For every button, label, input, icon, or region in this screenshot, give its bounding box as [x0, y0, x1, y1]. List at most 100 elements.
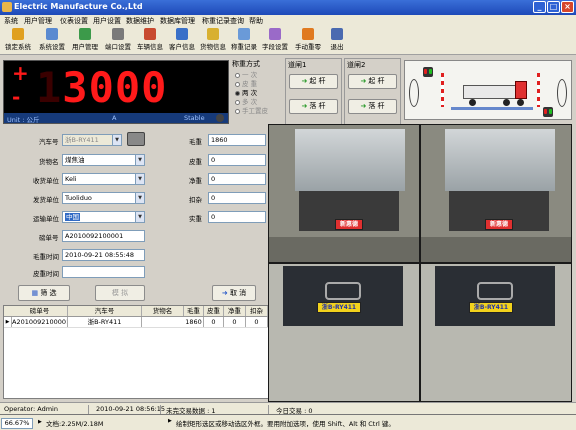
zoom-field[interactable]: 66.67%: [1, 418, 33, 429]
sensor-right-icon: [557, 79, 567, 107]
customer-info-button[interactable]: 客户信息: [166, 28, 198, 54]
net-field[interactable]: 0: [208, 173, 266, 185]
weight-digits: 13000: [36, 63, 168, 112]
manual-zero-button[interactable]: 手动重零: [292, 28, 324, 54]
unit-label: Unit : 公斤: [7, 116, 40, 124]
arrow-right-icon: ➜: [360, 77, 367, 85]
gate1-lower-button[interactable]: ➜ 落 杆: [289, 99, 338, 114]
toolbar: 锁定系统 系统设置 用户管理 端口设置 车辆信息 客户信息 货物信息 称重记录 …: [0, 27, 576, 55]
plate-field[interactable]: 浙B-RY411 ▼: [62, 134, 122, 146]
cargo-field[interactable]: 煤焦油 ▼: [62, 154, 145, 166]
plate-tag: 新惠德: [335, 219, 363, 230]
menu-weighing-records[interactable]: 称重记录查询: [202, 16, 244, 26]
keyboard-icon[interactable]: [127, 132, 145, 146]
lock-system-button[interactable]: 锁定系统: [2, 28, 34, 54]
net-label: 净重: [189, 177, 202, 185]
menu-user-management[interactable]: 用户管理: [24, 16, 52, 26]
actual-field[interactable]: 0: [208, 211, 266, 223]
col-gross[interactable]: 毛重: [184, 306, 204, 316]
goods-info-button[interactable]: 货物信息: [197, 28, 229, 54]
wheel-icon: [469, 99, 476, 106]
plate-tag: 浙B-RY411: [317, 302, 361, 313]
weight-display: + - 13000 Unit : 公斤 A Stable: [3, 60, 229, 124]
row-pointer-icon: ▶: [4, 317, 12, 327]
col-bill[interactable]: 磅单号: [12, 306, 68, 316]
field-settings-button[interactable]: 字段设置: [259, 28, 291, 54]
receiver-field[interactable]: Keli ▼: [62, 173, 145, 185]
gate2-title: 道闸2: [347, 61, 366, 69]
simulate-button[interactable]: 模 拟: [95, 285, 145, 301]
operator-status: Operator: Admin: [4, 405, 58, 413]
camera-front-1[interactable]: 浙B-RY411: [269, 264, 419, 401]
menu-system[interactable]: 系统: [4, 16, 18, 26]
sender-label: 发货单位: [33, 196, 59, 204]
users-icon: [79, 28, 91, 40]
gate2-lower-button[interactable]: ➜ 落 杆: [348, 99, 397, 114]
transport-label: 运输单位: [33, 215, 59, 223]
fields-icon: [269, 28, 281, 40]
camera-front-2[interactable]: 浙B-RY411: [421, 264, 571, 401]
bill-field[interactable]: A2010092100001: [62, 230, 145, 242]
table-row[interactable]: ▶ A2010092100001 浙B-RY411 1860 0 0 0: [4, 317, 268, 328]
mode-manual-tare[interactable]: 手工置皮: [235, 105, 268, 115]
menu-help[interactable]: 帮助: [249, 16, 263, 26]
tare-time-label: 皮重时间: [33, 270, 59, 278]
gate1-raise-button[interactable]: ➜ 起 杆: [289, 74, 338, 89]
close-button[interactable]: ×: [561, 1, 574, 13]
box-icon: [207, 28, 219, 40]
gross-field[interactable]: 1860: [208, 134, 266, 146]
chevron-right-icon: ▶: [168, 418, 172, 424]
menu-data-maintenance[interactable]: 数据维护: [126, 16, 154, 26]
tare-time-field[interactable]: [62, 266, 145, 278]
bill-label: 磅单号: [39, 234, 59, 242]
truck-body-icon: [463, 85, 519, 99]
col-cargo[interactable]: 货物名: [142, 306, 184, 316]
filter-icon: ▦: [31, 289, 39, 297]
user-management-button[interactable]: 用户管理: [69, 28, 101, 54]
camera-rear-2[interactable]: 新惠德: [421, 125, 571, 262]
wheel-icon: [503, 99, 510, 106]
col-plate[interactable]: 汽车号: [68, 306, 142, 316]
gross-time-field[interactable]: 2010-09-21 08:55:48: [62, 249, 145, 261]
port-settings-button[interactable]: 端口设置: [102, 28, 134, 54]
receiver-label: 收货单位: [33, 177, 59, 185]
cancel-button[interactable]: ➜ 取 消: [212, 285, 256, 301]
arrow-right-icon: ➜: [360, 102, 367, 110]
maximize-button[interactable]: □: [547, 1, 560, 13]
window-title: Electric Manufacture Co.,Ltd: [14, 2, 143, 11]
minimize-button[interactable]: _: [533, 1, 546, 13]
port-icon: [112, 28, 124, 40]
transport-field[interactable]: 中国 ▼: [62, 211, 145, 223]
camera-rear-1[interactable]: 新惠德: [269, 125, 419, 262]
barrier-left-icon: [441, 73, 444, 107]
menu-user-settings[interactable]: 用户设置: [93, 16, 121, 26]
menu-instrument-settings[interactable]: 仪表设置: [60, 16, 88, 26]
vehicle-info-button[interactable]: 车辆信息: [134, 28, 166, 54]
col-deduct[interactable]: 扣杂: [246, 306, 268, 316]
radio-icon: [235, 108, 240, 114]
radio-icon: [235, 72, 240, 78]
gross-time-label: 毛重时间: [33, 253, 59, 261]
traffic-light-left-icon: [423, 67, 433, 77]
exit-icon: [331, 28, 343, 40]
menu-database-management[interactable]: 数据库管理: [160, 16, 195, 26]
filter-button[interactable]: ▦ 筛 选: [18, 285, 70, 301]
gate2-group: 道闸2 ➜ 起 杆 ➜ 落 杆: [344, 58, 401, 125]
customer-icon: [176, 28, 188, 40]
gate2-raise-button[interactable]: ➜ 起 杆: [348, 74, 397, 89]
col-tare[interactable]: 皮重: [204, 306, 224, 316]
sender-field[interactable]: Tuoliduo ▼: [62, 192, 145, 204]
deduct-field[interactable]: 0: [208, 192, 266, 204]
display-footer: Unit : 公斤 A Stable: [4, 113, 228, 124]
chevron-down-icon: ▼: [135, 174, 144, 184]
chevron-down-icon: ▼: [112, 135, 121, 145]
system-settings-button[interactable]: 系统设置: [36, 28, 68, 54]
plate-tag: 浙B-RY411: [469, 302, 513, 313]
weighing-records-button[interactable]: 称重记录: [228, 28, 260, 54]
tare-label: 皮重: [189, 158, 202, 166]
records-icon: [238, 28, 250, 40]
exit-button[interactable]: 退出: [321, 28, 353, 54]
tare-field[interactable]: 0: [208, 154, 266, 166]
col-net[interactable]: 净重: [224, 306, 246, 316]
menu-bar: 系统 用户管理 仪表设置 用户设置 数据维护 数据库管理 称重记录查询 帮助: [0, 15, 576, 27]
